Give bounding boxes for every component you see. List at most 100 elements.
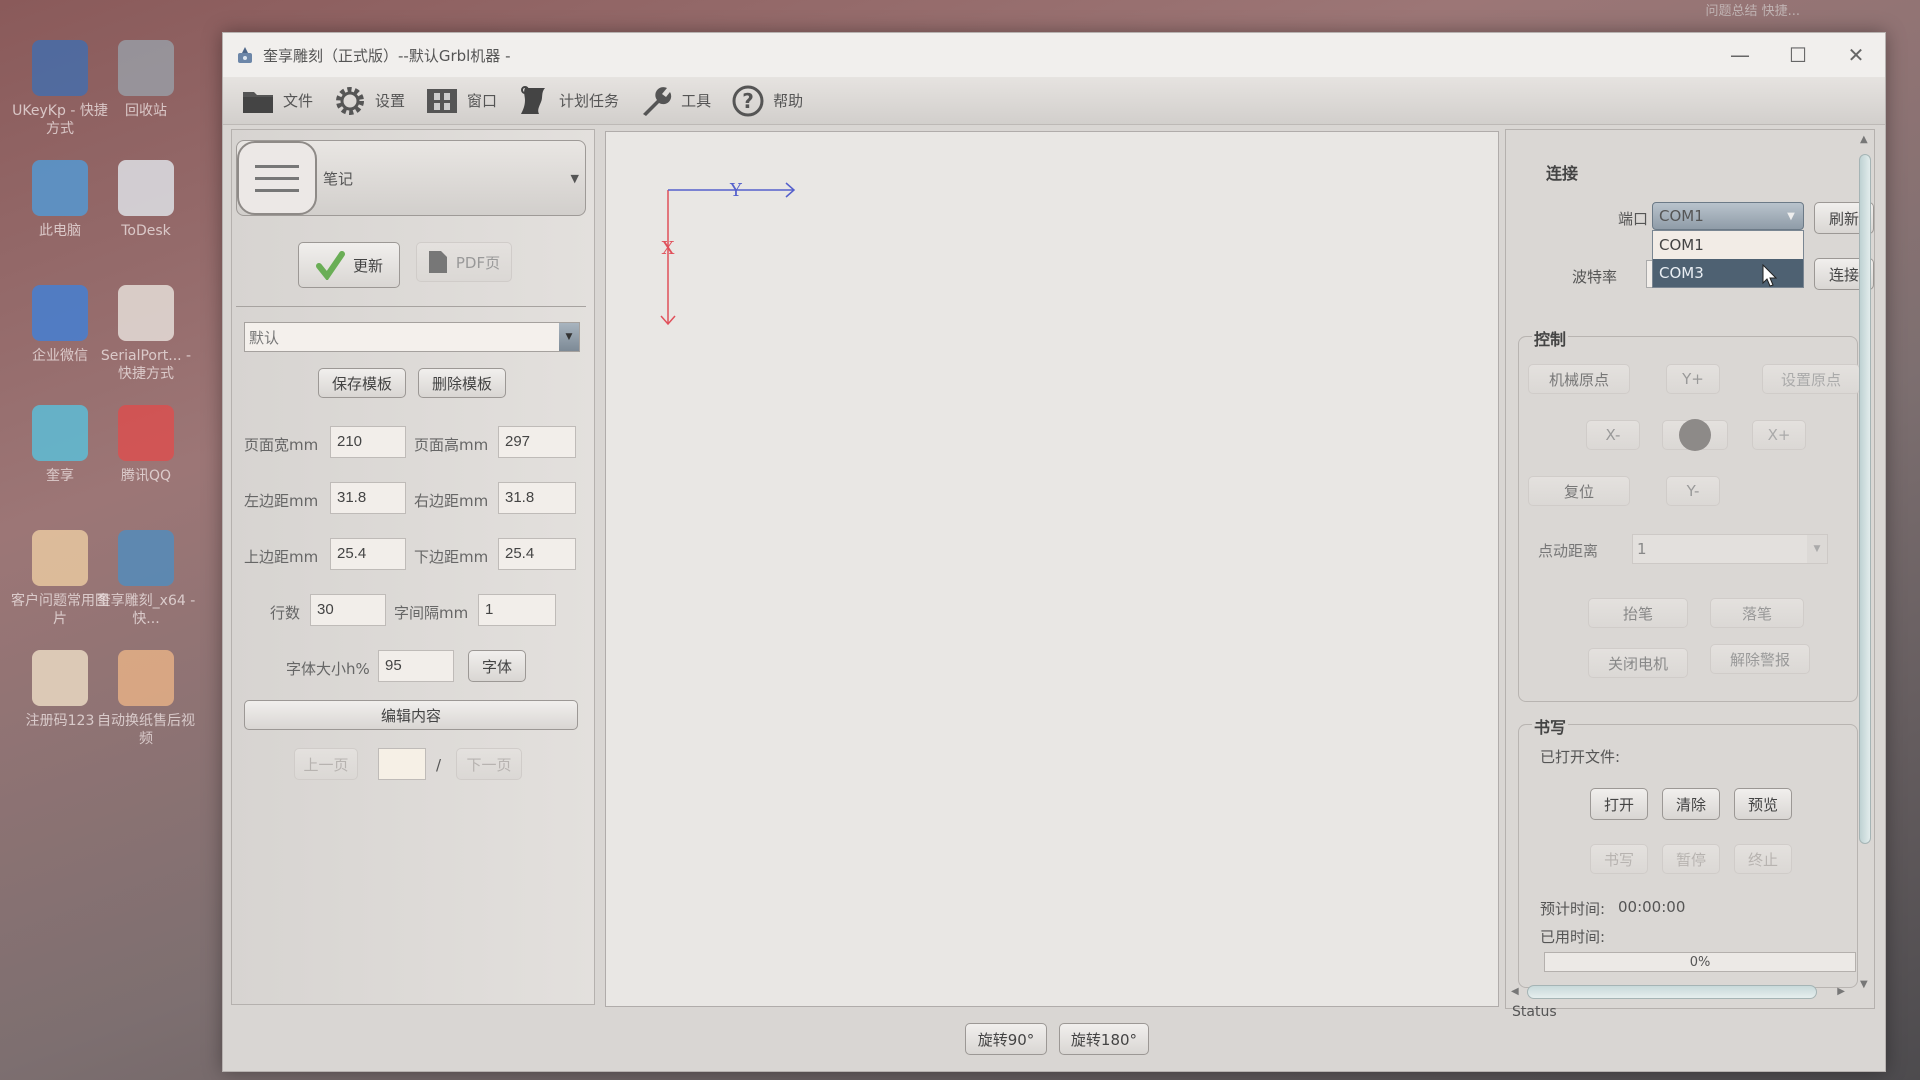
open-file-button[interactable]: 打开 [1590, 788, 1648, 820]
desktop-shortcut[interactable]: 此电脑 [10, 160, 110, 240]
menu-file[interactable]: 文件 [233, 81, 321, 121]
x-plus-button[interactable]: X+ [1752, 420, 1806, 450]
next-page-button[interactable]: 下一页 [456, 748, 522, 780]
y-minus-button[interactable]: Y- [1666, 476, 1720, 506]
desktop-shortcut[interactable]: ToDesk [96, 160, 196, 240]
page-height-input[interactable]: 297 [498, 426, 576, 458]
menu-file-label: 文件 [283, 92, 314, 110]
port-select-value: COM1 [1659, 207, 1704, 225]
mode-select[interactable]: 笔记 ▼ [236, 140, 586, 216]
desktop-shortcut[interactable]: UKeyKp - 快捷方式 [10, 40, 110, 138]
document-icon [428, 251, 447, 273]
pen-down-button[interactable]: 落笔 [1710, 598, 1804, 628]
desktop-shortcut[interactable]: 企业微信 [10, 285, 110, 365]
scroll-left-icon[interactable]: ◀ [1511, 986, 1519, 997]
save-template-button[interactable]: 保存模板 [318, 368, 406, 398]
desktop-shortcut[interactable]: 回收站 [96, 40, 196, 120]
preview-button[interactable]: 预览 [1734, 788, 1792, 820]
left-margin-input[interactable]: 31.8 [330, 482, 406, 514]
shortcut-label: ToDesk [121, 223, 171, 239]
right-margin-input[interactable]: 31.8 [498, 482, 576, 514]
jog-distance-label: 点动距离 [1538, 542, 1599, 560]
scroll-right-icon[interactable]: ▶ [1837, 986, 1845, 997]
prev-page-button[interactable]: 上一页 [294, 748, 358, 780]
desktop-shortcut[interactable]: 注册码123 [10, 650, 110, 730]
menu-schedule[interactable]: 计划任务 [509, 81, 627, 121]
bottom-margin-input[interactable]: 25.4 [498, 538, 576, 570]
pdf-page-button[interactable]: PDF页 [416, 242, 512, 282]
clear-alarm-button[interactable]: 解除警报 [1710, 644, 1810, 674]
menu-settings[interactable]: 设置 [325, 81, 413, 121]
bottom-margin-label: 下边距mm [414, 548, 489, 566]
jog-distance-select[interactable]: 1 ▼ [1632, 534, 1828, 564]
shortcut-icon [32, 650, 88, 706]
horizontal-scrollbar[interactable]: ◀ ▶ [1509, 983, 1849, 1001]
motor-off-button[interactable]: 关闭电机 [1588, 648, 1688, 678]
char-spacing-input[interactable]: 1 [478, 594, 556, 626]
scroll-icon [521, 85, 546, 114]
vertical-scrollbar[interactable]: ▲ ▼ [1858, 134, 1872, 990]
center-dot-icon [1679, 419, 1711, 451]
set-origin-button[interactable]: 设置原点 [1762, 364, 1860, 394]
vertical-scroll-thumb[interactable] [1859, 154, 1871, 844]
scroll-down-icon[interactable]: ▼ [1860, 979, 1868, 990]
menu-tools[interactable]: 工具 [631, 81, 719, 121]
edit-content-button[interactable]: 编辑内容 [244, 700, 578, 730]
baud-rate-label: 波特率 [1572, 268, 1618, 286]
shortcut-icon [32, 405, 88, 461]
desktop-shortcut[interactable]: 客户问题常用图片 [10, 530, 110, 628]
pen-up-button[interactable]: 抬笔 [1588, 598, 1688, 628]
font-size-input[interactable]: 95 [378, 650, 454, 682]
shortcut-label: 腾讯QQ [120, 468, 172, 484]
desktop-shortcut[interactable]: SerialPort... - 快捷方式 [96, 285, 196, 383]
delete-template-button[interactable]: 删除模板 [418, 368, 506, 398]
shortcut-icon [32, 285, 88, 341]
hamburger-icon [237, 141, 317, 215]
write-section-title: 书写 [1532, 714, 1569, 738]
menu-help[interactable]: ? 帮助 [723, 81, 811, 121]
wrench-icon [643, 86, 672, 116]
drawing-canvas[interactable]: X Y [605, 131, 1499, 1007]
shortcut-label: 奎享雕刻_x64 - 快... [96, 593, 196, 627]
center-button[interactable] [1662, 419, 1728, 451]
shortcut-label: SerialPort... - 快捷方式 [100, 348, 192, 382]
y-plus-button[interactable]: Y+ [1666, 364, 1720, 394]
connect-section-title: 连接 [1546, 164, 1579, 183]
top-margin-label: 上边距mm [244, 548, 319, 566]
pause-button[interactable]: 暂停 [1662, 844, 1720, 874]
page-separator: / [436, 756, 442, 774]
menu-schedule-label: 计划任务 [559, 92, 620, 110]
stop-button[interactable]: 终止 [1734, 844, 1792, 874]
rotate-180-button[interactable]: 旋转180° [1059, 1023, 1149, 1055]
maximize-button[interactable]: ☐ [1769, 33, 1827, 77]
x-minus-button[interactable]: X- [1586, 420, 1640, 450]
desktop-shortcut[interactable]: 奎享 [10, 405, 110, 485]
page-width-input[interactable]: 210 [330, 426, 406, 458]
desktop-shortcut[interactable]: 奎享雕刻_x64 - 快... [96, 530, 196, 628]
home-button[interactable]: 机械原点 [1528, 364, 1630, 394]
minimize-button[interactable]: — [1711, 33, 1769, 77]
clear-button[interactable]: 清除 [1662, 788, 1720, 820]
port-select[interactable]: COM1 ▼ [1652, 202, 1804, 230]
rows-input[interactable]: 30 [310, 594, 386, 626]
page-number-input[interactable] [378, 748, 426, 780]
menu-window[interactable]: 窗口 [417, 81, 505, 121]
close-button[interactable]: ✕ [1827, 33, 1885, 77]
port-option[interactable]: COM1 [1653, 231, 1803, 259]
port-option-highlighted[interactable]: COM3 [1653, 259, 1803, 287]
folder-icon [243, 91, 273, 113]
top-margin-input[interactable]: 25.4 [330, 538, 406, 570]
rotate-90-button[interactable]: 旋转90° [965, 1023, 1047, 1055]
write-button[interactable]: 书写 [1590, 844, 1648, 874]
scroll-up-icon[interactable]: ▲ [1860, 134, 1868, 145]
update-button[interactable]: 更新 [298, 242, 400, 288]
reset-button[interactable]: 复位 [1528, 476, 1630, 506]
desktop-shortcut[interactable]: 腾讯QQ [96, 405, 196, 485]
shortcut-icon [32, 40, 88, 96]
font-button[interactable]: 字体 [468, 650, 526, 682]
desktop-shortcut[interactable]: 自动换纸售后视频 [96, 650, 196, 748]
estimated-time-label: 预计时间: [1540, 900, 1606, 918]
horizontal-scroll-thumb[interactable] [1527, 985, 1817, 999]
app-logo-icon [238, 47, 252, 63]
template-select[interactable]: 默认 ▼ [244, 322, 580, 352]
